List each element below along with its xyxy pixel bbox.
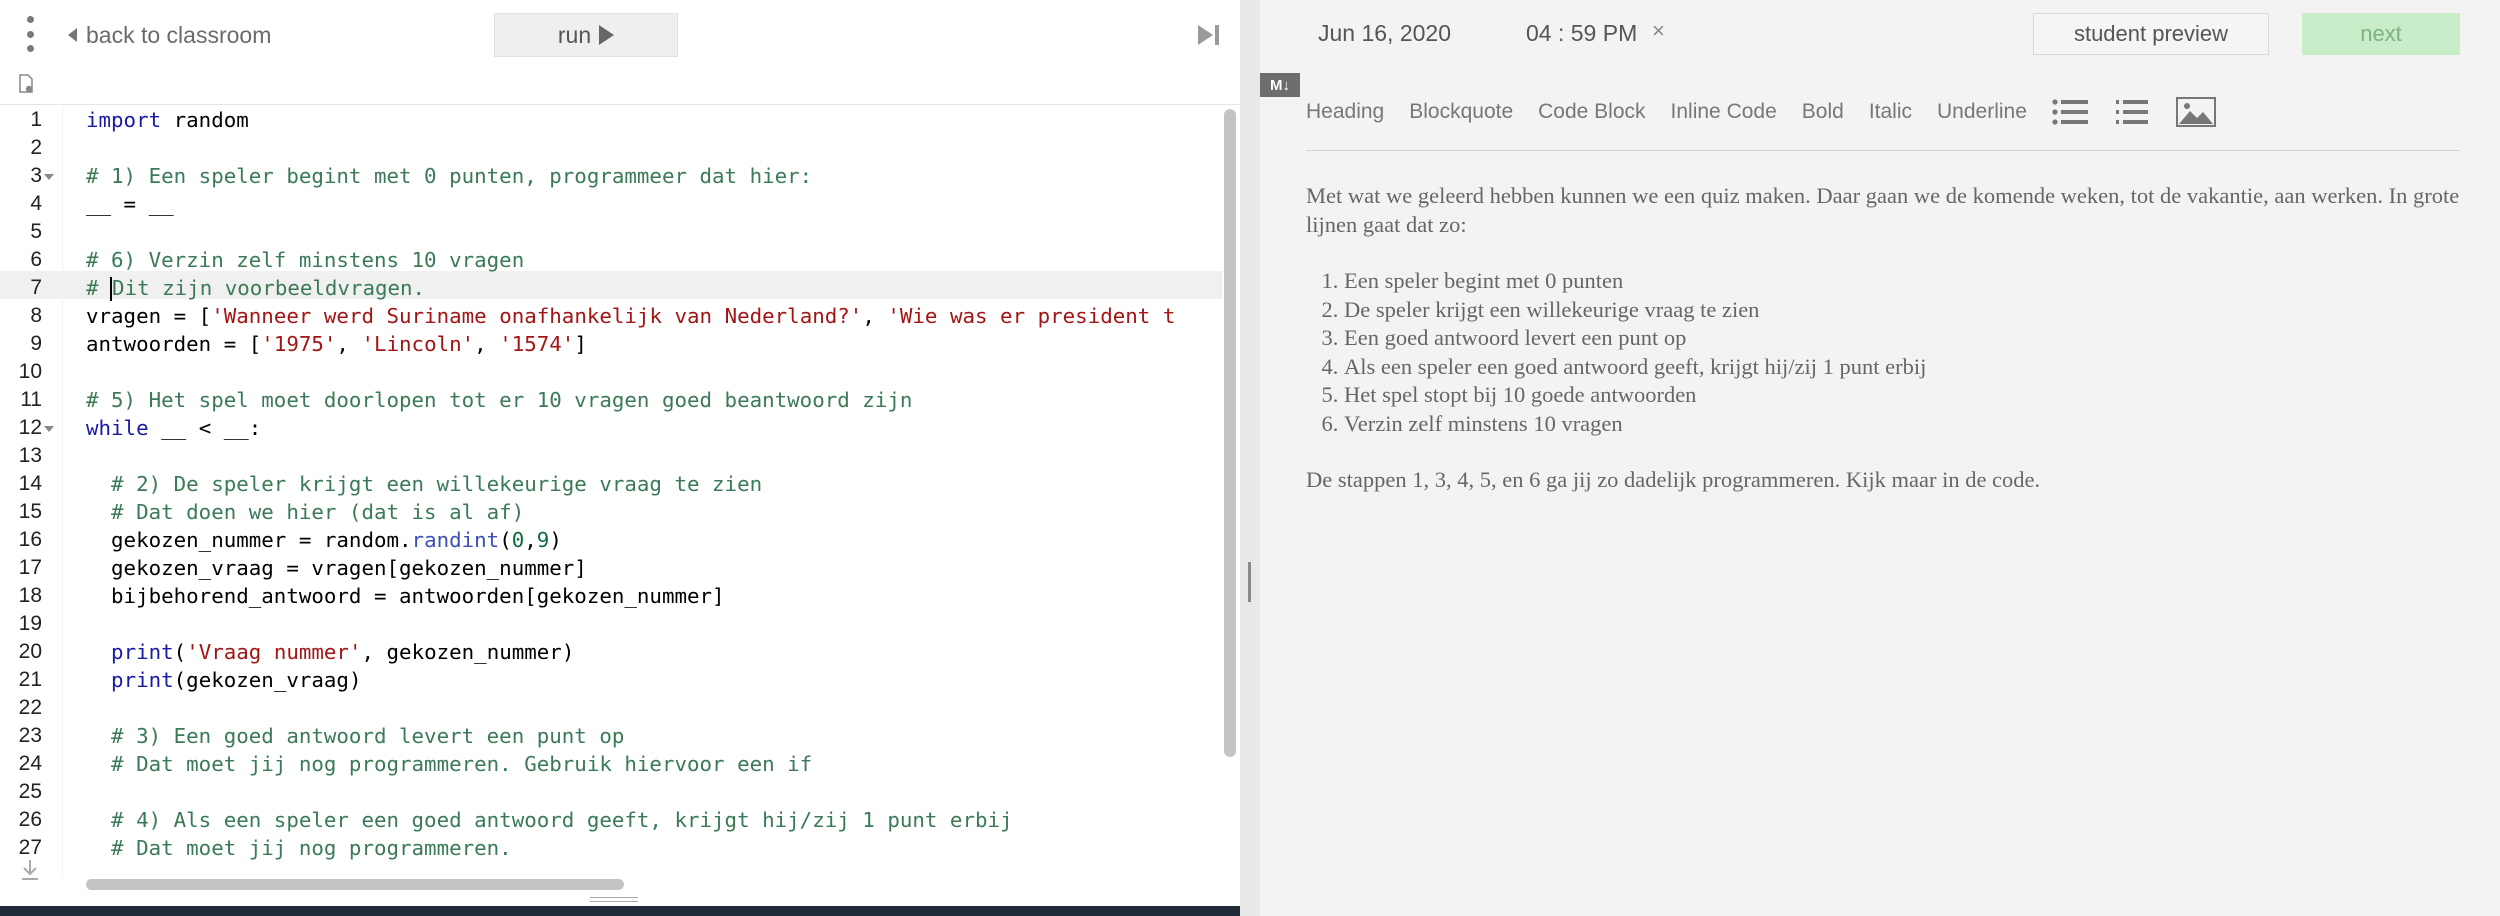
line-number: 17 bbox=[18, 556, 42, 579]
line-number: 4 bbox=[30, 192, 42, 215]
run-label: run bbox=[557, 21, 592, 48]
line-number: 3 bbox=[0, 162, 54, 190]
line-number: 24 bbox=[18, 752, 42, 775]
play-icon bbox=[599, 25, 615, 45]
line-number: 16 bbox=[18, 528, 42, 551]
line-number: 25 bbox=[18, 780, 42, 803]
instructions-document: Met wat we geleerd hebben kunnen we een … bbox=[1306, 182, 2460, 523]
intro-paragraph: Met wat we geleerd hebben kunnen we een … bbox=[1306, 183, 2460, 237]
vertical-scrollbar[interactable] bbox=[1224, 109, 1236, 757]
instructions-header: Jun 16, 2020 04 : 59 PM × student previe… bbox=[1260, 0, 2500, 68]
toolbar-divider bbox=[1306, 150, 2460, 151]
next-button[interactable]: next bbox=[2302, 13, 2460, 55]
code-editor[interactable]: 1 2 3 4 5 6 7 8 9 10 11 12 13 14 15 16 17 18 19 20 21 22 23 24 2… bbox=[0, 104, 1240, 890]
list-item: Als een speler een goed antwoord geeft, … bbox=[1344, 353, 2460, 382]
line-number: 21 bbox=[18, 668, 42, 691]
line-number: 14 bbox=[18, 472, 42, 495]
toolbar-inline-code[interactable]: Inline Code bbox=[1671, 100, 1777, 124]
list-item: Een speler begint met 0 punten bbox=[1344, 267, 2460, 296]
back-to-classroom-link[interactable]: back to classroom bbox=[68, 20, 271, 50]
toolbar-blockquote[interactable]: Blockquote bbox=[1409, 100, 1513, 124]
line-number: 1 bbox=[30, 108, 42, 131]
outro-paragraph: De stappen 1, 3, 4, 5, en 6 ga jij zo da… bbox=[1306, 467, 2041, 492]
fold-arrow-icon[interactable] bbox=[44, 426, 54, 432]
markdown-logo: M↓ bbox=[1260, 73, 1300, 97]
toolbar-underline[interactable]: Underline bbox=[1937, 100, 2027, 124]
line-number: 26 bbox=[18, 808, 42, 831]
line-number: 2 bbox=[30, 136, 42, 159]
student-preview-button[interactable]: student preview bbox=[2033, 13, 2269, 55]
fold-arrow-icon[interactable] bbox=[44, 174, 54, 180]
line-number: 19 bbox=[18, 612, 42, 635]
line-number: 20 bbox=[18, 640, 42, 663]
pane-divider[interactable] bbox=[1240, 0, 1260, 916]
line-number: 12 bbox=[0, 414, 54, 442]
toolbar-bold[interactable]: Bold bbox=[1802, 100, 1844, 124]
file-icon[interactable] bbox=[18, 74, 34, 94]
line-number: 22 bbox=[18, 696, 42, 719]
list-item: Een goed antwoord levert een punt op bbox=[1344, 324, 2460, 353]
line-number: 8 bbox=[30, 304, 42, 327]
line-number: 23 bbox=[18, 724, 42, 747]
image-icon[interactable] bbox=[2175, 97, 2216, 127]
lesson-time: 04 : 59 PM bbox=[1526, 20, 1638, 46]
divider-grip-icon[interactable] bbox=[1248, 562, 1251, 602]
back-label: back to classroom bbox=[86, 21, 272, 48]
line-number: 11 bbox=[20, 388, 42, 411]
bulleted-list-icon[interactable] bbox=[2052, 98, 2088, 126]
code-content[interactable]: import random # 1) Een speler begint met… bbox=[86, 106, 1220, 862]
toolbar-italic[interactable]: Italic bbox=[1869, 100, 1912, 124]
line-number: 7 bbox=[30, 276, 42, 299]
line-number: 5 bbox=[30, 220, 42, 243]
lesson-date: Jun 16, 2020 bbox=[1318, 20, 1452, 46]
toolbar-heading[interactable]: Heading bbox=[1306, 100, 1384, 124]
editor-pane: back to classroom run 1 2 3 4 5 6 7 8 9 10 11 12 13 1… bbox=[0, 0, 1240, 916]
list-item: Het spel stopt bij 10 goede antwoorden bbox=[1344, 381, 2460, 410]
step-to-end-icon[interactable] bbox=[1198, 24, 1224, 46]
horizontal-scrollbar[interactable] bbox=[86, 879, 624, 890]
markdown-toolbar: Heading Blockquote Code Block Inline Cod… bbox=[1306, 94, 2244, 130]
download-icon[interactable] bbox=[20, 858, 40, 882]
horizontal-resize-handle[interactable] bbox=[590, 897, 638, 902]
instructions-pane: Jun 16, 2020 04 : 59 PM × student previe… bbox=[1260, 0, 2500, 916]
line-number: 9 bbox=[30, 332, 42, 355]
line-number: 6 bbox=[30, 248, 42, 271]
steps-list: Een speler begint met 0 punten De speler… bbox=[1306, 267, 2460, 438]
close-icon[interactable]: × bbox=[1652, 18, 1665, 44]
line-number: 10 bbox=[18, 360, 42, 383]
line-number: 18 bbox=[18, 584, 42, 607]
line-number: 15 bbox=[18, 500, 42, 523]
run-button[interactable]: run bbox=[494, 13, 678, 57]
list-item: De speler krijgt een willekeurige vraag … bbox=[1344, 296, 2460, 325]
kebab-menu-icon[interactable] bbox=[20, 16, 40, 52]
toolbar-code-block[interactable]: Code Block bbox=[1538, 100, 1645, 124]
editor-toolbar: back to classroom run bbox=[0, 0, 1240, 93]
caret-left-icon bbox=[68, 28, 77, 42]
list-item: Verzin zelf minstens 10 vragen bbox=[1344, 410, 2460, 439]
numbered-list-icon[interactable] bbox=[2115, 98, 2148, 126]
console-strip bbox=[0, 906, 1240, 916]
line-number-gutter: 1 2 3 4 5 6 7 8 9 10 11 12 13 14 15 16 17 18 19 20 21 22 23 24 2… bbox=[0, 106, 54, 862]
line-number: 13 bbox=[18, 444, 42, 467]
